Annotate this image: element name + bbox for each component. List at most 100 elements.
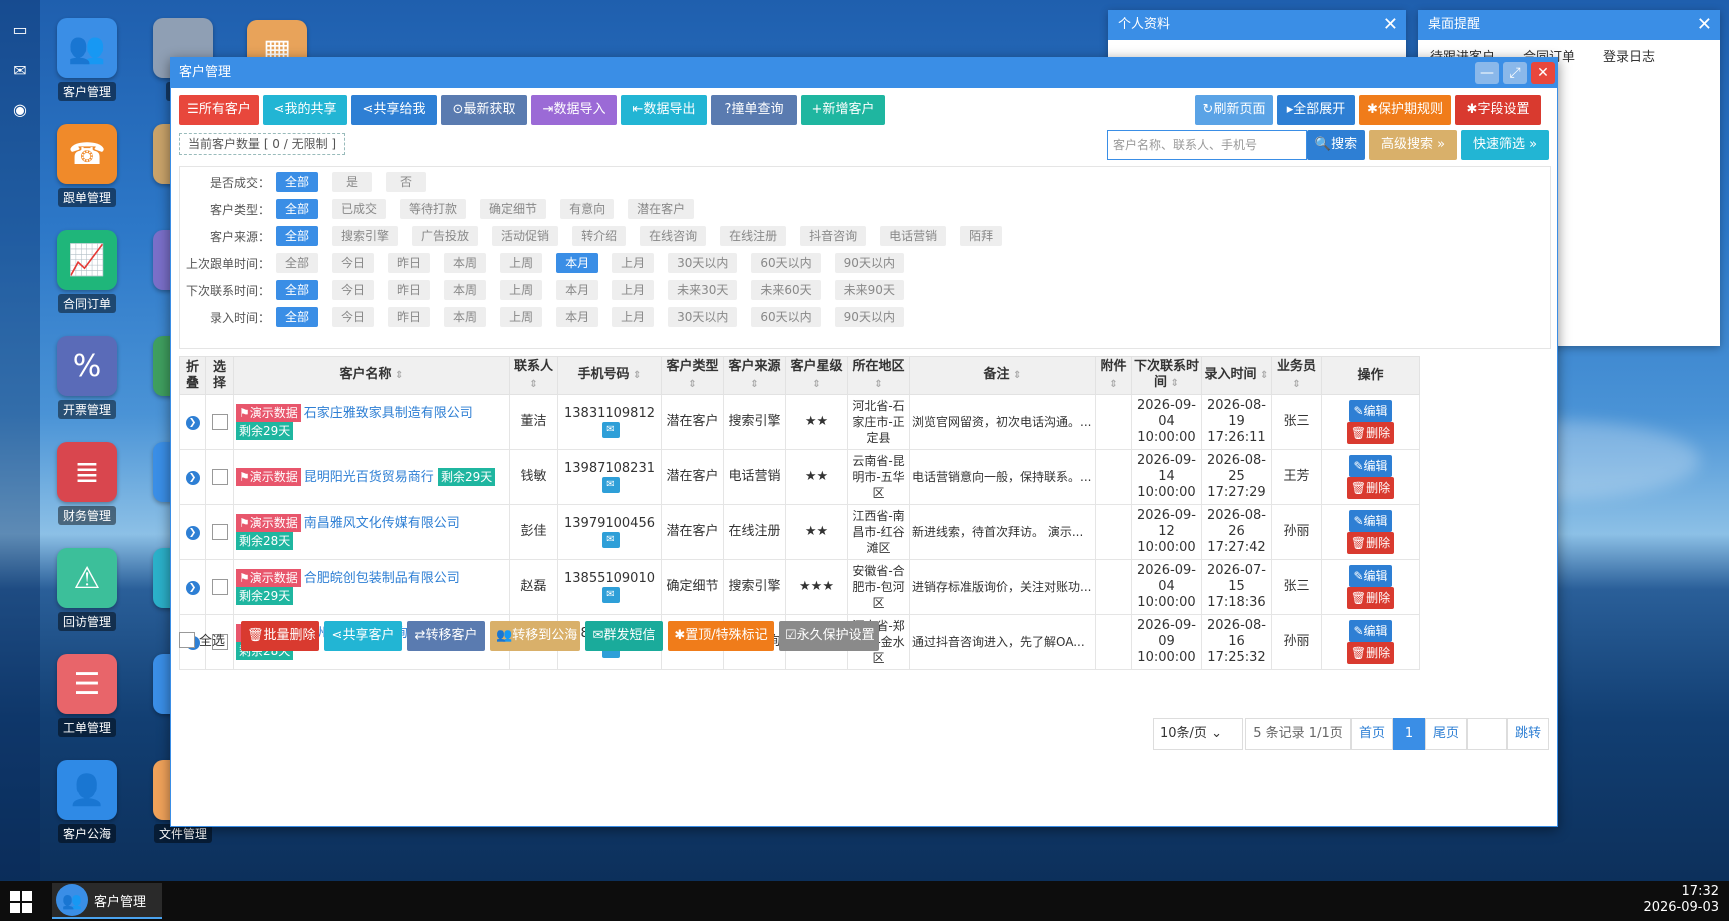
bulk-action-button[interactable]: ✉群发短信 — [585, 621, 663, 651]
toolbar-button[interactable]: ↻刷新页面 — [1195, 95, 1273, 125]
filter-chip[interactable]: 全部 — [276, 253, 319, 273]
search-input[interactable]: 客户名称、联系人、手机号 — [1107, 130, 1307, 160]
user-icon[interactable]: ◉ — [10, 100, 30, 120]
close-icon[interactable]: ✕ — [1383, 10, 1398, 40]
filter-chip[interactable]: 未来90天 — [834, 280, 904, 300]
filter-chip[interactable]: 本月 — [556, 253, 599, 273]
delete-button[interactable]: 🗑删除 — [1346, 642, 1395, 664]
select-all-checkbox[interactable] — [179, 631, 195, 648]
bulk-action-button[interactable]: ⇄转移客户 — [407, 621, 485, 651]
filter-chip[interactable]: 未来60天 — [751, 280, 821, 300]
filter-chip[interactable]: 昨日 — [388, 280, 431, 300]
filter-chip[interactable]: 活动促销 — [492, 226, 559, 246]
column-header[interactable]: 操作 — [1321, 356, 1420, 395]
sort-icon[interactable]: ⇕ — [1257, 370, 1268, 381]
column-header[interactable]: 客户来源 ⇕ — [723, 356, 786, 395]
filter-chip[interactable]: 今日 — [332, 253, 375, 273]
filter-chip[interactable]: 有意向 — [560, 199, 615, 219]
maximize-icon[interactable]: ⤢ — [1503, 62, 1527, 84]
toolbar-button[interactable]: ?撞单查询 — [711, 95, 797, 125]
filter-chip[interactable]: 上周 — [500, 253, 543, 273]
filter-chip[interactable]: 60天以内 — [751, 253, 821, 273]
column-header[interactable]: 录入时间 ⇕ — [1201, 356, 1272, 395]
sort-icon[interactable]: ⇕ — [1292, 379, 1300, 390]
desktop-icon[interactable]: ☰ 工单管理 — [32, 654, 142, 737]
sort-icon[interactable]: ⇕ — [874, 379, 882, 390]
toolbar-button[interactable]: ⋖共享给我 — [351, 95, 437, 125]
column-header[interactable]: 折叠 — [179, 356, 206, 395]
row-checkbox[interactable] — [211, 523, 228, 540]
toolbar-button[interactable]: ⇥数据导入 — [531, 95, 617, 125]
toolbar-button[interactable]: ☰所有客户 — [179, 95, 259, 125]
filter-chip[interactable]: 90天以内 — [834, 253, 904, 273]
toolbar-button[interactable]: ⇤数据导出 — [621, 95, 707, 125]
customer-name-link[interactable]: 昆明阳光百货贸易商行 — [304, 470, 434, 485]
sort-icon[interactable]: ⇕ — [1010, 370, 1021, 381]
desktop-icon[interactable]: 👤 客户公海 — [32, 760, 142, 843]
bulk-action-button[interactable]: 👥转移到公海 — [490, 621, 580, 651]
filter-chip[interactable]: 30天以内 — [668, 253, 738, 273]
message-icon[interactable]: ✉ — [601, 421, 620, 438]
minimize-icon[interactable]: — — [1475, 62, 1499, 84]
column-header[interactable]: 客户名称 ⇕ — [233, 356, 510, 395]
toolbar-button[interactable]: ⊙最新获取 — [441, 95, 527, 125]
pager-jump-button[interactable]: 跳转 — [1507, 718, 1549, 750]
column-header[interactable]: 联系人 ⇕ — [509, 356, 558, 395]
monitor-icon[interactable]: ▭ — [10, 20, 30, 40]
expand-icon[interactable]: ❯ — [185, 526, 200, 540]
row-checkbox[interactable] — [211, 413, 228, 430]
sort-icon[interactable]: ⇕ — [812, 379, 820, 390]
filter-chip[interactable]: 上周 — [500, 307, 543, 327]
filter-chip[interactable]: 上月 — [612, 307, 655, 327]
pager-jump-input[interactable] — [1467, 718, 1507, 750]
pager-current[interactable]: 1 — [1393, 718, 1425, 750]
toolbar-button[interactable]: ▸全部展开 — [1277, 95, 1355, 125]
toolbar-button[interactable]: +新增客户 — [801, 95, 885, 125]
edit-button[interactable]: ✎编辑 — [1349, 510, 1392, 532]
column-header[interactable]: 客户类型 ⇕ — [661, 356, 724, 395]
delete-button[interactable]: 🗑删除 — [1346, 532, 1395, 554]
column-header[interactable]: 手机号码 ⇕ — [557, 356, 662, 395]
toolbar-button[interactable]: ⋖我的共享 — [263, 95, 347, 125]
filter-chip[interactable]: 潜在客户 — [628, 199, 695, 219]
filter-chip[interactable]: 全部 — [276, 199, 319, 219]
window-titlebar[interactable]: 客户管理 — ⤢ ✕ — [171, 58, 1557, 88]
filter-chip[interactable]: 今日 — [332, 280, 375, 300]
edit-button[interactable]: ✎编辑 — [1349, 400, 1392, 422]
filter-chip[interactable]: 全部 — [276, 307, 319, 327]
sort-icon[interactable]: ⇕ — [1167, 378, 1179, 389]
sort-icon[interactable]: ⇕ — [392, 370, 403, 381]
sort-icon[interactable]: ⇕ — [1109, 379, 1117, 390]
desktop-icon[interactable]: ⚠ 回访管理 — [32, 548, 142, 631]
filter-chip[interactable]: 陌拜 — [960, 226, 1003, 246]
tab-login-log[interactable]: 登录日志 — [1603, 46, 1655, 65]
filter-chip[interactable]: 在线咨询 — [640, 226, 707, 246]
filter-chip[interactable]: 全部 — [276, 226, 319, 246]
delete-button[interactable]: 🗑删除 — [1346, 422, 1395, 444]
filter-chip[interactable]: 昨日 — [388, 253, 431, 273]
filter-chip[interactable]: 上周 — [500, 280, 543, 300]
customer-name-link[interactable]: 合肥皖创包装制品有限公司 — [304, 571, 460, 586]
sort-icon[interactable]: ⇕ — [750, 379, 758, 390]
filter-chip[interactable]: 在线注册 — [720, 226, 787, 246]
toolbar-button[interactable]: ✱保护期规则 — [1359, 95, 1451, 125]
filter-chip[interactable]: 广告投放 — [412, 226, 479, 246]
edit-button[interactable]: ✎编辑 — [1349, 620, 1392, 642]
sort-icon[interactable]: ⇕ — [630, 370, 641, 381]
select-all[interactable]: 全选 — [179, 630, 225, 649]
column-header[interactable]: 业务员 ⇕ — [1271, 356, 1322, 395]
delete-button[interactable]: 🗑删除 — [1346, 587, 1395, 609]
column-header[interactable]: 附件 ⇕ — [1095, 356, 1132, 395]
filter-chip[interactable]: 90天以内 — [834, 307, 904, 327]
taskbar-app-customer[interactable]: 👥 客户管理 — [52, 883, 162, 919]
filter-chip[interactable]: 未来30天 — [668, 280, 738, 300]
filter-chip[interactable]: 今日 — [332, 307, 375, 327]
filter-chip[interactable]: 本月 — [556, 307, 599, 327]
customer-name-link[interactable]: 南昌雅风文化传媒有限公司 — [304, 516, 460, 531]
desktop-icon[interactable]: ☎ 跟单管理 — [32, 124, 142, 207]
pager-first[interactable]: 首页 — [1351, 718, 1393, 750]
windows-start-icon[interactable] — [10, 891, 32, 913]
expand-icon[interactable]: ❯ — [185, 471, 200, 485]
filter-chip[interactable]: 否 — [386, 172, 427, 192]
desktop-icon[interactable]: % 开票管理 — [32, 336, 142, 419]
